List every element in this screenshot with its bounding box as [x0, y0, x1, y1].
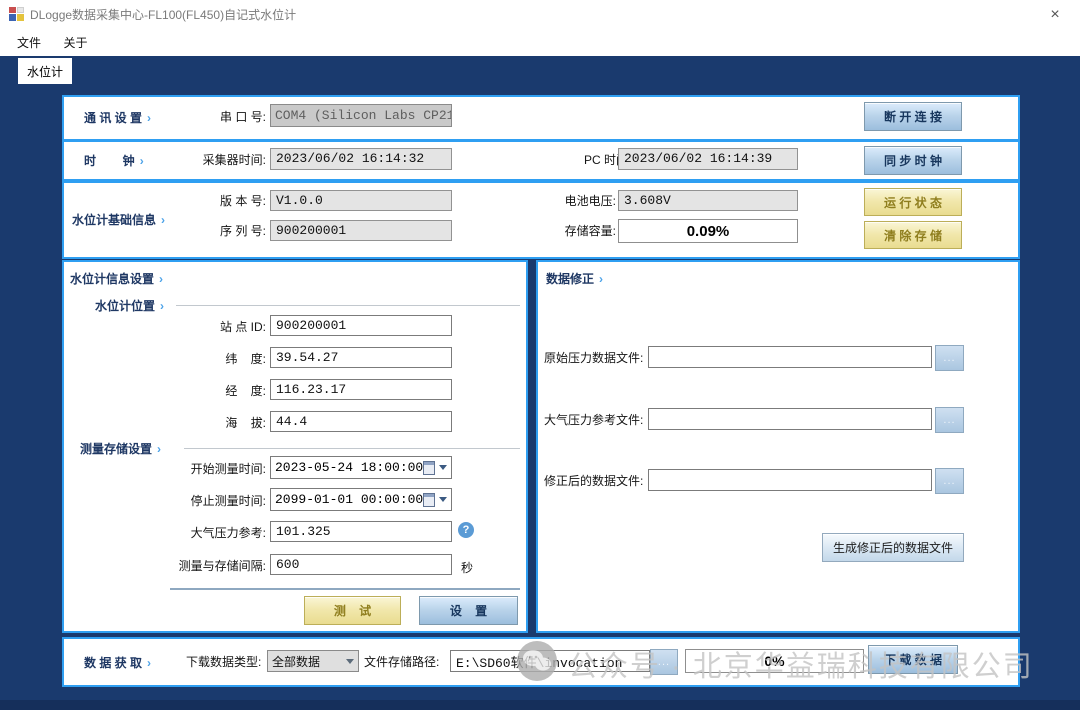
window-bottom-edge — [0, 700, 1080, 710]
pressure-ref-label: 大气压力参考: — [171, 526, 266, 541]
data-correction-section-title: 数据修正› — [546, 270, 603, 287]
clock-panel: 时 钟› 采集器时间: 2023/06/02 16:14:32 PC 时间: 2… — [62, 140, 1020, 181]
file-path-input[interactable] — [450, 650, 650, 672]
comm-panel: 通 讯 设 置› 串 口 号: COM4 (Silicon Labs CP21 … — [62, 95, 1020, 141]
generate-corrected-file-button[interactable]: 生成修正后的数据文件 — [822, 533, 964, 562]
section-chevron-icon: › — [157, 442, 161, 456]
run-status-button[interactable]: 运 行 状 态 — [864, 188, 962, 216]
raw-pressure-file-input[interactable] — [648, 346, 932, 368]
divider — [184, 448, 520, 449]
gauge-settings-section-title: 水位计信息设置› — [70, 270, 163, 287]
divider — [170, 588, 520, 590]
set-button[interactable]: 设 置 — [419, 596, 518, 625]
battery-value: 3.608V — [618, 190, 798, 211]
disconnect-button[interactable]: 断 开 连 接 — [864, 102, 962, 131]
download-type-label: 下载数据类型: — [186, 655, 261, 670]
section-chevron-icon: › — [140, 154, 144, 168]
window-title: DLogge数据采集中心-FL100(FL450)自记式水位计 — [30, 0, 296, 30]
gauge-position-subsection-title: 水位计位置› — [95, 297, 164, 314]
comm-section-title: 通 讯 设 置› — [84, 109, 151, 126]
download-progress-bar: 0% — [685, 649, 864, 673]
section-chevron-icon: › — [160, 299, 164, 313]
start-time-label: 开始测量时间: — [171, 462, 266, 477]
latitude-input[interactable] — [270, 347, 452, 368]
section-chevron-icon: › — [161, 213, 165, 227]
download-type-select[interactable]: 全部数据 — [267, 650, 359, 672]
calendar-icon — [423, 461, 435, 475]
station-id-label: 站 点 ID: — [184, 320, 266, 335]
section-chevron-icon: › — [159, 272, 163, 286]
data-acquisition-section-title: 数 据 获 取› — [84, 654, 151, 671]
altitude-input[interactable] — [270, 411, 452, 432]
application-window: DLogge数据采集中心-FL100(FL450)自记式水位计 × 文件 关于 … — [0, 0, 1080, 710]
interval-unit-label: 秒 — [461, 559, 473, 576]
section-chevron-icon: › — [147, 111, 151, 125]
serial-port-select: COM4 (Silicon Labs CP21 — [270, 104, 452, 127]
latitude-label: 纬 度: — [184, 352, 266, 367]
close-icon[interactable]: × — [1038, 0, 1072, 30]
title-bar: DLogge数据采集中心-FL100(FL450)自记式水位计 × — [0, 0, 1080, 31]
version-value: V1.0.0 — [270, 190, 452, 211]
collector-time-value: 2023/06/02 16:14:32 — [270, 148, 452, 170]
download-data-button[interactable]: 下 载 数 据 — [868, 645, 958, 674]
corrected-file-label: 修正后的数据文件: — [544, 474, 643, 489]
storage-capacity-label: 存储容量: — [548, 224, 616, 239]
clear-storage-button[interactable]: 清 除 存 储 — [864, 221, 962, 249]
station-id-input[interactable] — [270, 315, 452, 336]
chevron-down-icon — [439, 465, 447, 470]
menu-bar: 文件 关于 — [0, 30, 1080, 57]
start-time-value: 2023-05-24 18:00:00 — [275, 460, 423, 475]
longitude-input[interactable] — [270, 379, 452, 400]
stop-time-picker[interactable]: 2099-01-01 00:00:00 — [270, 488, 452, 511]
chevron-down-icon — [346, 659, 354, 664]
pc-time-value: 2023/06/02 16:14:39 — [618, 148, 798, 170]
calendar-icon — [423, 493, 435, 507]
version-label: 版 本 号: — [194, 194, 266, 209]
menu-item-file[interactable]: 文件 — [8, 30, 50, 56]
pressure-ref-file-input[interactable] — [648, 408, 932, 430]
serial-port-label: 串 口 号: — [194, 110, 266, 125]
corrected-file-input[interactable] — [648, 469, 932, 491]
raw-pressure-browse-button[interactable]: ... — [935, 345, 964, 371]
serial-number-value: 900200001 — [270, 220, 452, 241]
section-chevron-icon: › — [599, 272, 603, 286]
data-acquisition-panel: 数 据 获 取› 下载数据类型: 全部数据 文件存储路径: ... 0% 下 载… — [62, 637, 1020, 687]
pressure-ref-browse-button[interactable]: ... — [935, 407, 964, 433]
chevron-down-icon — [439, 497, 447, 502]
basic-info-section-title: 水位计基础信息› — [72, 211, 165, 228]
serial-port-value: COM4 (Silicon Labs CP21 — [275, 108, 452, 123]
pressure-ref-input[interactable] — [270, 521, 452, 542]
storage-capacity-value: 0.09% — [618, 219, 798, 243]
section-chevron-icon: › — [147, 656, 151, 670]
basic-info-panel: 水位计基础信息› 版 本 号: V1.0.0 序 列 号: 900200001 … — [62, 181, 1020, 259]
tab-water-level-gauge[interactable]: 水位计 — [18, 58, 72, 84]
test-button[interactable]: 测 试 — [304, 596, 401, 625]
corrected-file-browse-button[interactable]: ... — [935, 468, 964, 494]
clock-section-title: 时 钟› — [84, 152, 144, 169]
sync-clock-button[interactable]: 同 步 时 钟 — [864, 146, 962, 175]
app-icon — [9, 7, 25, 22]
download-type-value: 全部数据 — [272, 653, 320, 670]
menu-item-about[interactable]: 关于 — [54, 30, 96, 56]
file-path-label: 文件存储路径: — [364, 655, 439, 670]
file-path-browse-button[interactable]: ... — [650, 649, 678, 675]
stop-time-value: 2099-01-01 00:00:00 — [275, 492, 423, 507]
measure-storage-subsection-title: 测量存储设置› — [80, 440, 161, 457]
pressure-ref-file-label: 大气压力参考文件: — [544, 413, 643, 428]
divider — [176, 305, 520, 306]
data-correction-panel: 数据修正› 原始压力数据文件: ... 大气压力参考文件: ... 修正后的数据… — [536, 260, 1020, 633]
interval-label: 测量与存储间隔: — [171, 559, 266, 574]
collector-time-label: 采集器时间: — [194, 153, 266, 168]
interval-input[interactable] — [270, 554, 452, 575]
start-time-picker[interactable]: 2023-05-24 18:00:00 — [270, 456, 452, 479]
battery-label: 电池电压: — [548, 194, 616, 209]
help-icon[interactable]: ? — [458, 522, 474, 538]
raw-pressure-file-label: 原始压力数据文件: — [544, 351, 643, 366]
gauge-settings-panel: 水位计信息设置› 水位计位置› 站 点 ID: 纬 度: 经 度: 海 拔: 测… — [62, 260, 528, 633]
altitude-label: 海 拔: — [184, 416, 266, 431]
longitude-label: 经 度: — [184, 384, 266, 399]
stop-time-label: 停止测量时间: — [171, 494, 266, 509]
serial-number-label: 序 列 号: — [194, 224, 266, 239]
